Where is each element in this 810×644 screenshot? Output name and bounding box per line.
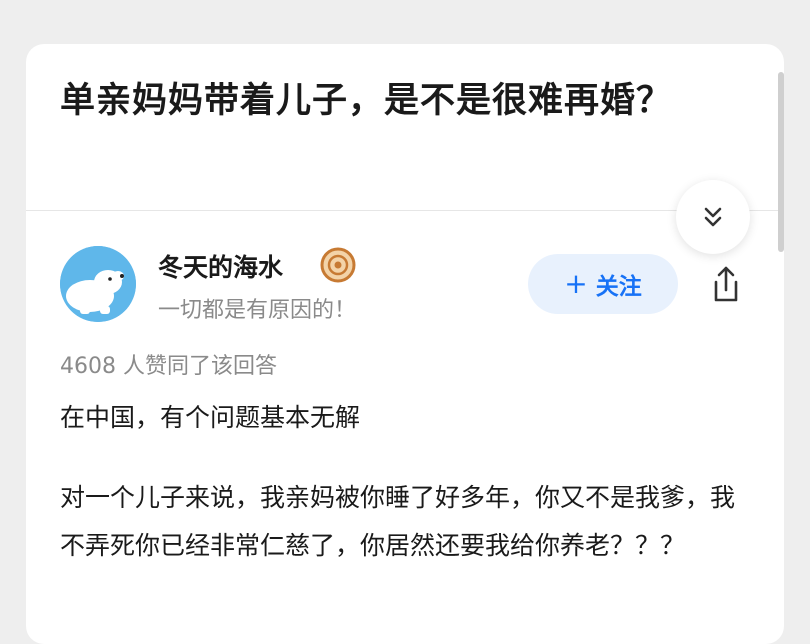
collapse-button[interactable]: [676, 180, 750, 254]
answer-paragraph: 在中国，有个问题基本无解: [60, 403, 361, 432]
follow-button[interactable]: + 关注: [528, 254, 678, 314]
badge-icon: [320, 247, 356, 283]
follow-label: 关注: [595, 274, 642, 300]
scrollbar[interactable]: [778, 72, 784, 252]
author-bio: 一切都是有原因的！: [158, 298, 357, 323]
author-name[interactable]: 冬天的海水: [158, 248, 283, 284]
divider: [26, 210, 784, 211]
plus-icon: +: [564, 267, 588, 300]
question-title[interactable]: 单亲妈妈带着儿子，是不是很难再婚？: [60, 72, 672, 123]
share-icon[interactable]: [704, 262, 748, 306]
vote-count: 4608 人赞同了该回答: [60, 354, 277, 379]
avatar[interactable]: [60, 246, 136, 322]
answer-paragraph: 对一个儿子来说，我亲妈被你睡了好多年，你又不是我爹，我不弄死你已经非常仁慈了，你…: [60, 483, 736, 560]
double-chevron-down-icon: [704, 207, 722, 227]
